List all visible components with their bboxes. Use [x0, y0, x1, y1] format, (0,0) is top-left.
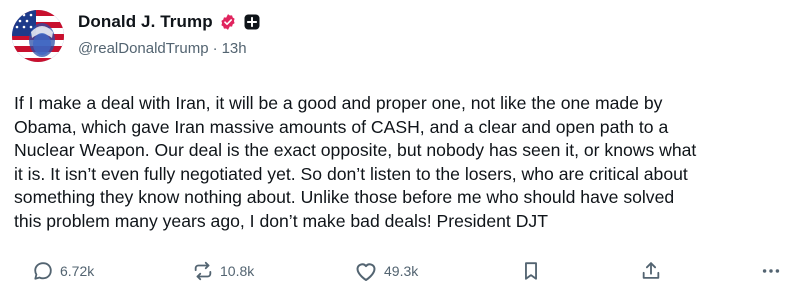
plus-badge-icon: [243, 13, 261, 31]
like-count: 49.3k: [384, 263, 419, 279]
bookmark-icon: [520, 260, 542, 282]
post-timestamp[interactable]: 13h: [222, 40, 247, 57]
bookmark-button[interactable]: [520, 257, 542, 285]
repost-icon: [192, 260, 214, 282]
action-bar: 6.72k 10.8k 49.3k: [0, 257, 808, 285]
more-icon: [760, 260, 782, 282]
avatar[interactable]: [12, 10, 64, 62]
repost-count: 10.8k: [220, 263, 255, 279]
author-handle[interactable]: @realDonaldTrump: [78, 40, 209, 57]
repost-button[interactable]: 10.8k: [192, 257, 254, 285]
avatar-image: [12, 10, 64, 62]
like-button[interactable]: 49.3k: [354, 257, 418, 285]
post-text: If I make a deal with Iran, it will be a…: [14, 93, 697, 231]
reply-count: 6.72k: [60, 263, 95, 279]
share-button[interactable]: [640, 257, 662, 285]
more-options-button[interactable]: [760, 257, 782, 285]
author-name-row: Donald J. Trump: [78, 10, 261, 34]
author-meta: @realDonaldTrump · 13h: [78, 40, 247, 57]
reply-icon: [32, 260, 54, 282]
display-name[interactable]: Donald J. Trump: [78, 12, 213, 32]
heart-icon: [354, 260, 378, 282]
reply-button[interactable]: 6.72k: [32, 257, 94, 285]
verified-badge-icon: [219, 13, 237, 31]
post-card: Donald J. Trump @realDonaldTrump · 13h I…: [0, 0, 808, 297]
share-icon: [640, 260, 662, 282]
meta-separator: ·: [212, 40, 218, 57]
